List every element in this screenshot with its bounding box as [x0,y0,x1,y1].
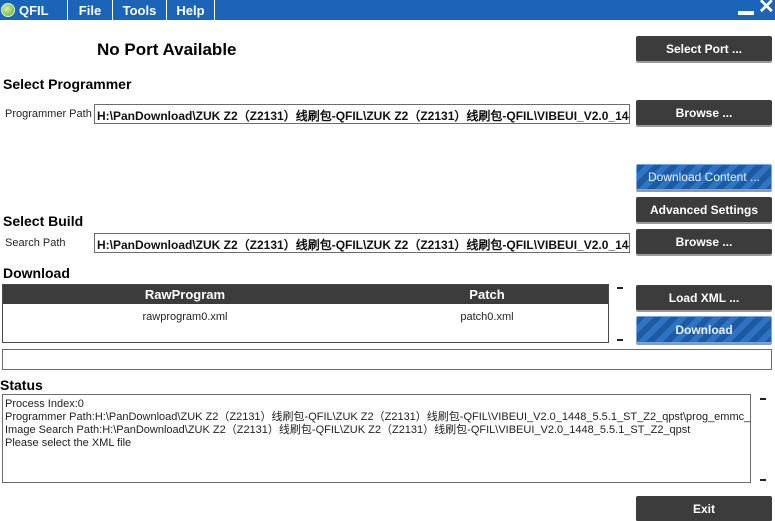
status-line: Image Search Path:H:\PanDownload\ZUK Z2（… [5,424,691,436]
programmer-browse-button[interactable]: Browse ... [636,100,772,125]
programmer-path-field[interactable]: H:\PanDownload\ZUK Z2（Z2131）线刷包-QFIL\ZUK… [94,104,630,124]
search-path-label: Search Path [5,237,66,249]
exit-button[interactable]: Exit [636,496,772,521]
rawprogram-cell[interactable]: rawprogram0.xml [3,309,367,325]
qfil-window: QFIL File Tools Help ✕ No Port Available… [0,0,775,521]
table-scroll-up-marker [617,287,623,289]
select-build-heading: Select Build [3,213,84,229]
status-line: Process Index:0 [5,398,84,410]
column-header-patch[interactable]: Patch [367,285,607,304]
build-browse-button[interactable]: Browse ... [636,229,772,254]
download-content-button[interactable]: Download Content ... [636,164,772,190]
status-scroll-up-marker [760,398,766,400]
load-xml-button[interactable]: Load XML ... [636,285,772,310]
port-status: No Port Available [97,40,237,59]
select-programmer-heading: Select Programmer [3,76,132,92]
menu-tools[interactable]: Tools [112,0,166,20]
status-line: Please select the XML file [5,437,132,449]
table-scroll-down-marker [617,339,623,341]
qfil-logo-icon [1,3,15,17]
title-bar: QFIL File Tools Help ✕ [0,0,775,20]
minimize-icon[interactable] [738,11,754,15]
download-table: RawProgram Patch rawprogram0.xml patch0.… [2,284,609,343]
download-button[interactable]: Download [636,316,772,343]
status-log[interactable]: Process Index:0 Programmer Path:H:\PanDo… [2,394,751,483]
menu-help[interactable]: Help [166,0,215,20]
progress-bar [2,349,772,370]
download-heading: Download [3,265,70,281]
programmer-path-label: Programmer Path [5,108,92,120]
app-logo: QFIL [0,0,66,20]
app-title: QFIL [19,2,49,18]
close-icon[interactable]: ✕ [758,0,775,17]
advanced-settings-button[interactable]: Advanced Settings [636,197,772,222]
patch-cell[interactable]: patch0.xml [367,309,607,325]
status-heading: Status [0,377,43,393]
menu-file[interactable]: File [67,0,112,20]
search-path-field[interactable]: H:\PanDownload\ZUK Z2（Z2131）线刷包-QFIL\ZUK… [94,233,630,253]
status-scroll-down-marker [760,479,766,481]
column-header-rawprogram[interactable]: RawProgram [3,285,367,304]
status-line: Programmer Path:H:\PanDownload\ZUK Z2（Z2… [5,411,751,423]
select-port-button[interactable]: Select Port ... [636,36,772,61]
table-header: RawProgram Patch [3,285,608,304]
